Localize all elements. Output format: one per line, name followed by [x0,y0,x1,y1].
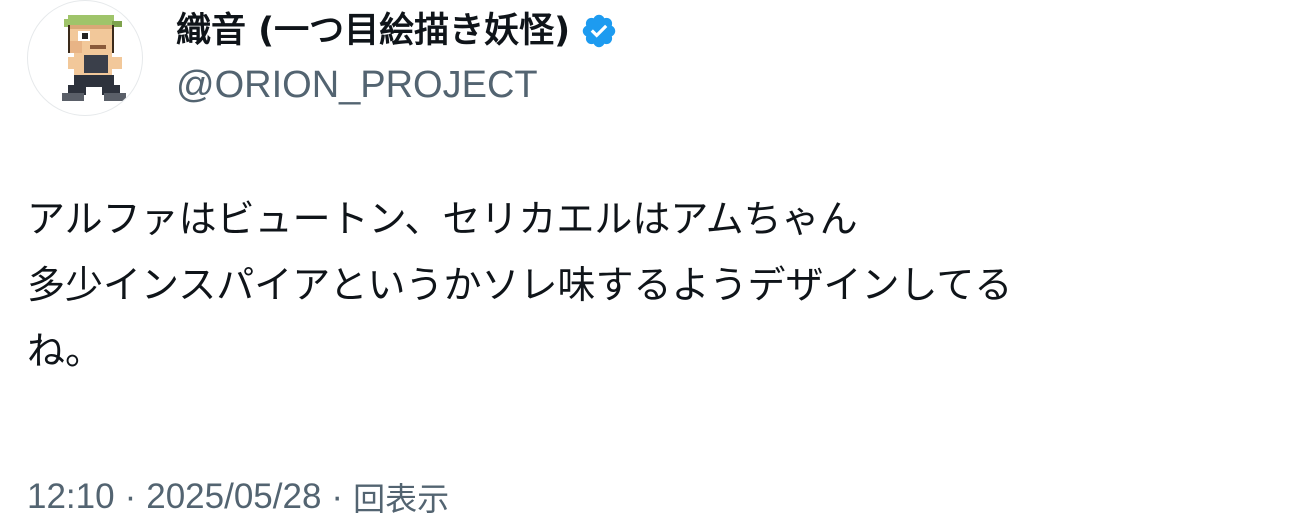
views-link[interactable]: 回表示 [353,474,449,520]
tweet-time[interactable]: 12:10 [27,477,115,517]
user-handle[interactable]: @ORION_PROJECT [176,60,618,110]
pixel-character-icon [62,15,126,101]
tweet-text-line: ね。 [27,329,104,373]
tweet-text-line: アルファはビュートン、セリカエルはアムちゃん [27,197,858,241]
meta-separator: · [331,477,344,516]
avatar[interactable] [27,0,143,116]
tweet-text: アルファはビュートン、セリカエルはアムちゃん 多少インスパイアというかソレ味する… [27,186,1247,384]
verified-badge-icon[interactable] [580,12,618,50]
meta-separator: · [124,477,137,516]
display-name[interactable]: 織音 (一つ目絵描き妖怪) [176,4,570,58]
author-block: 織音 (一つ目絵描き妖怪) @ORION_PROJECT [176,4,618,114]
tweet-text-line: 多少インスパイアというかソレ味するようデザインしてる [27,263,1013,307]
tweet-meta: 12:10 · 2025/05/28 · 回表示 [27,472,449,522]
name-row: 織音 (一つ目絵描き妖怪) [176,4,618,58]
tweet-card: 織音 (一つ目絵描き妖怪) @ORION_PROJECT アルファはビュートン、… [0,0,1290,529]
tweet-date[interactable]: 2025/05/28 [146,477,321,517]
